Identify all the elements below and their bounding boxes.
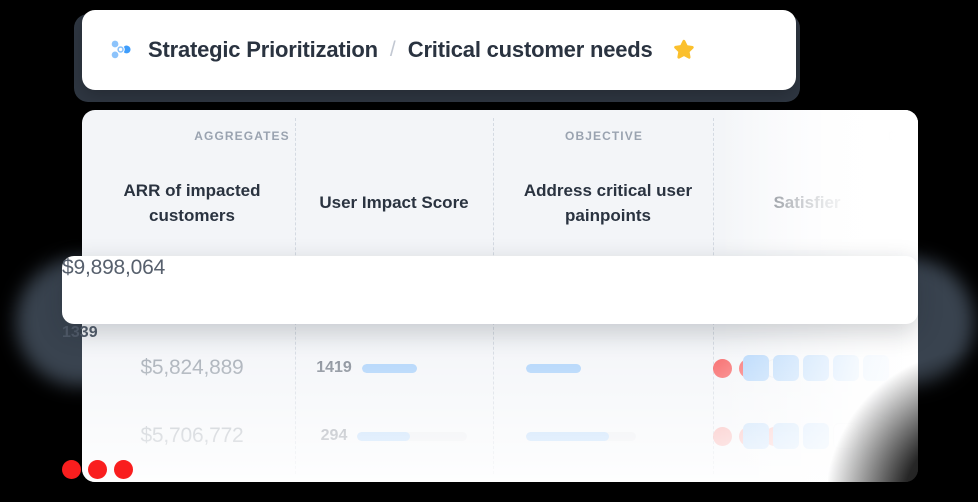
satisfier-square-empty: [833, 423, 859, 449]
node-graph-icon: [111, 40, 131, 59]
group-header-drivers: DR: [888, 129, 908, 143]
breadcrumb-root[interactable]: Strategic Prioritization: [148, 37, 378, 63]
group-header-aggregates: AGGREGATES: [194, 129, 290, 143]
column-header-user-impact-score[interactable]: User Impact Score: [304, 190, 484, 215]
breadcrumb: Strategic Prioritization / Critical cust…: [82, 10, 796, 90]
star-icon[interactable]: [671, 37, 697, 63]
table-row-selected[interactable]: $9,898,064 1339: [62, 256, 918, 479]
arr-value: $9,898,064: [62, 256, 166, 279]
breadcrumb-current[interactable]: Critical customer needs: [408, 37, 653, 63]
satisfier-square: [833, 355, 859, 381]
score-value: 294: [320, 427, 348, 444]
priority-dot: [88, 460, 107, 479]
cell-satisfier-squares: [726, 402, 906, 470]
column-header-satisfier[interactable]: Satisfier: [732, 190, 882, 215]
breadcrumb-separator: /: [389, 38, 396, 61]
cell-satisfier-squares: [726, 334, 906, 402]
satisfier-square-group: [743, 423, 889, 449]
satisfier-square: [743, 355, 769, 381]
cell-objective-progress: [518, 402, 698, 470]
satisfier-square-empty: [863, 423, 889, 449]
cell-objective-progress: [518, 334, 698, 402]
satisfier-square: [743, 423, 769, 449]
column-header-arr[interactable]: ARR of impacted customers: [102, 178, 282, 228]
cell-priority-dots: [62, 460, 162, 502]
cell-user-impact-score: 294: [304, 402, 484, 470]
score-value: 1339: [62, 324, 98, 341]
satisfier-square: [803, 423, 829, 449]
cell-objective-progress: [62, 392, 242, 460]
priority-dot: [114, 460, 133, 479]
score-value: 1419: [316, 359, 352, 376]
cell-user-impact-score: 1419: [304, 334, 484, 402]
cell-arr: $9,898,064: [62, 256, 242, 324]
satisfier-square: [773, 423, 799, 449]
table-header: AGGREGATES OBJECTIVE DR ARR of impacted …: [82, 110, 918, 250]
satisfier-square: [863, 355, 889, 381]
cell-user-impact-score: 1339: [62, 324, 242, 392]
group-header-objective: OBJECTIVE: [565, 129, 643, 143]
score-progress-bar: [357, 431, 468, 441]
satisfier-square: [773, 355, 799, 381]
priority-dot-group: [62, 460, 162, 479]
score-progress-bar: [361, 363, 472, 373]
screenshot-stage: Strategic Prioritization / Critical cust…: [0, 0, 978, 502]
objective-progress-bar: [526, 363, 636, 373]
satisfier-square: [803, 355, 829, 381]
objective-progress-bar: [526, 431, 636, 441]
column-header-address-painpoints[interactable]: Address critical user painpoints: [518, 178, 698, 228]
priority-dot: [62, 460, 81, 479]
satisfier-square-group: [743, 355, 889, 381]
